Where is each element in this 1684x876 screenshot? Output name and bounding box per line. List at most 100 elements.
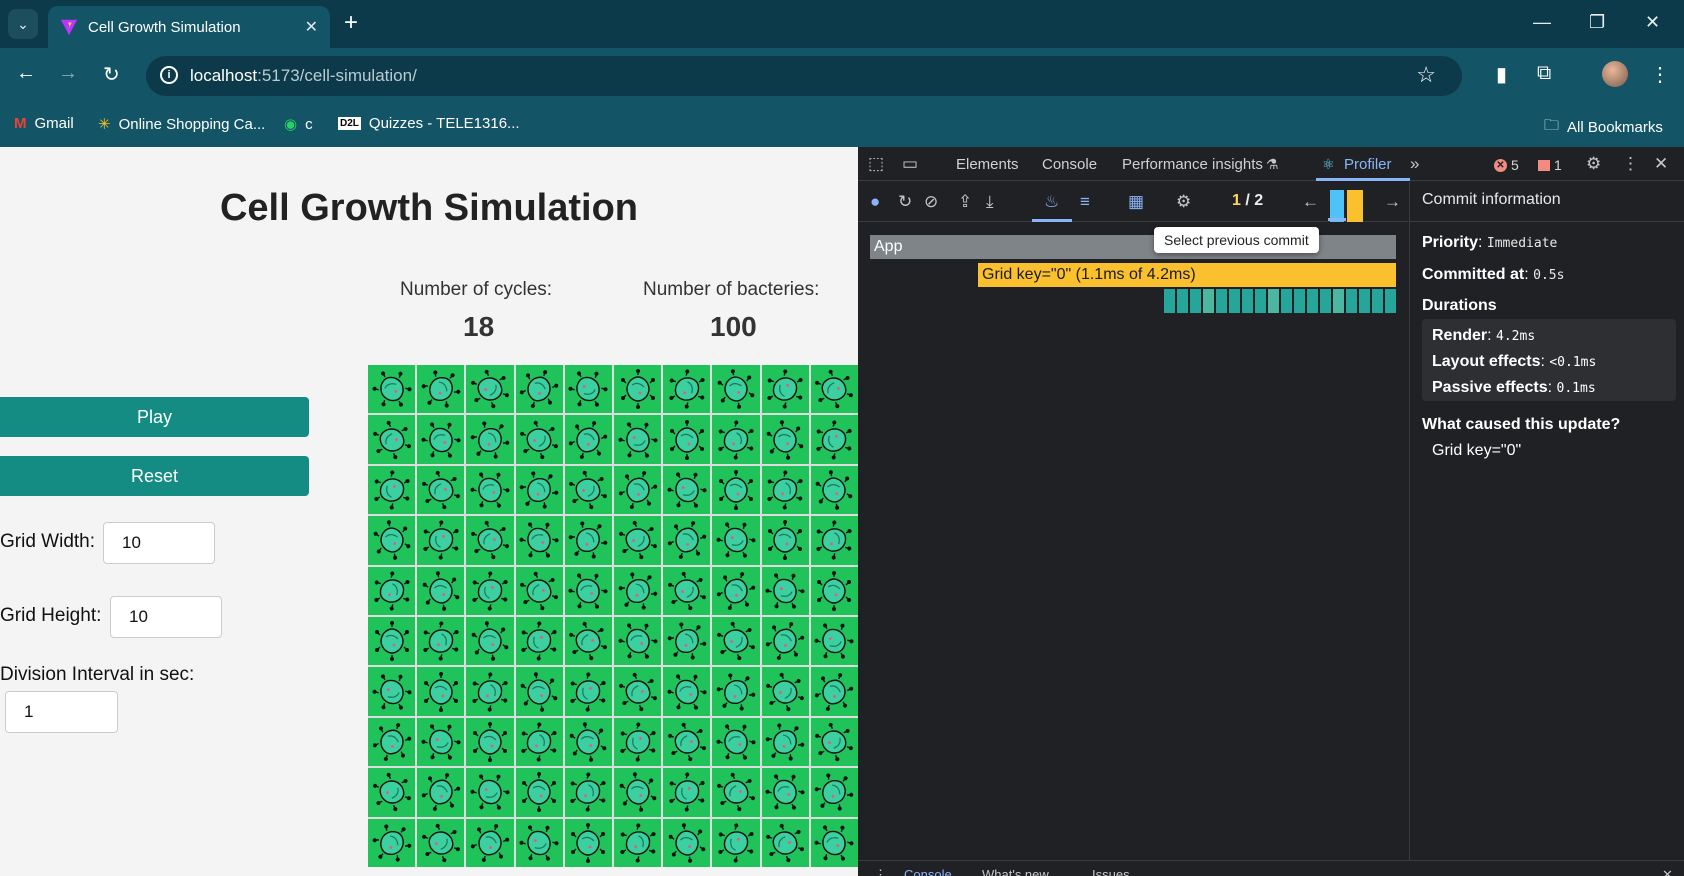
flame-cell-bar[interactable] [1333,289,1344,313]
reset-button[interactable]: Reset [0,456,309,496]
drawer-tab-issues[interactable]: Issues [1092,867,1130,876]
flame-cell-bar[interactable] [1385,289,1396,313]
bacterium-icon [372,773,411,812]
grid-cell [712,667,760,716]
devtools-close-icon[interactable]: ✕ [1654,154,1668,174]
interval-input[interactable]: 1 [5,691,118,733]
error-badge[interactable]: ✕ 5 [1494,157,1519,173]
bacterium-icon [816,470,853,510]
extensions-icon[interactable]: ⧉ [1537,62,1551,85]
bacteries-value: 100 [710,311,757,342]
grid-cell [712,818,760,867]
restore-icon[interactable]: ❐ [1589,12,1605,33]
flame-cell-bar[interactable] [1294,289,1305,313]
device-toolbar-icon[interactable]: ▭ [902,154,918,174]
flame-cell-bar[interactable] [1190,289,1201,313]
ranked-chart-icon[interactable]: ≡ [1080,192,1090,212]
bookmark-whatsapp[interactable]: ◉ c [284,115,313,134]
tab-elements[interactable]: Elements [956,156,1019,173]
drawer-tab-console[interactable]: Console [904,867,952,876]
flame-cell-bar[interactable] [1359,289,1370,313]
reload-profile-icon[interactable]: ↻ [898,192,912,212]
bacterium-icon [716,673,756,711]
flame-cell-bar[interactable] [1346,289,1357,313]
tab-console[interactable]: Console [1042,156,1097,173]
flame-cell-bars [1164,289,1396,313]
new-tab-plus-icon[interactable]: + [344,10,358,36]
flame-cell-bar[interactable] [1164,289,1175,313]
site-info-icon[interactable]: i [160,66,178,84]
grid-cell [761,516,809,565]
tab-search-chevron-icon[interactable]: ⌄ [8,9,38,39]
flame-cell-bar[interactable] [1203,289,1214,313]
flame-grid-bar[interactable]: Grid key="0" (1.1ms of 4.2ms) [978,263,1396,287]
active-tab-underline [1316,178,1410,181]
cause-value[interactable]: Grid key="0" [1432,442,1521,460]
extension-puzzle-small-icon[interactable]: ▮ [1496,62,1507,87]
flame-cell-bar[interactable] [1372,289,1383,313]
bacterium-icon [815,773,854,811]
drawer-close-icon[interactable]: ✕ [1662,867,1673,876]
layout-value: <0.1ms [1549,355,1597,370]
window-close-icon[interactable]: ✕ [1645,12,1660,33]
flame-cell-bar[interactable] [1307,289,1318,313]
more-tabs-icon[interactable]: » [1410,154,1419,174]
next-commit-icon[interactable]: → [1384,192,1401,212]
grid-cell [368,667,416,716]
play-button[interactable]: Play [0,397,309,437]
previous-commit-icon[interactable]: ← [1302,192,1319,212]
profiler-settings-icon[interactable]: ⚙ [1176,192,1191,212]
bacterium-icon [717,369,755,409]
timeline-calendar-icon[interactable]: ▦ [1128,192,1144,212]
flame-cell-bar[interactable] [1320,289,1331,313]
tab-close-icon[interactable]: ✕ [305,17,318,37]
tab-profiler[interactable]: Profiler [1344,156,1392,173]
commit-bar-2[interactable] [1347,190,1363,222]
upload-icon[interactable]: ⇪ [958,192,972,212]
bacterium-icon [815,370,854,409]
forward-arrow-icon[interactable]: → [58,62,78,85]
devtools-menu-icon[interactable]: ⋮ [1622,154,1639,174]
bacterium-icon [372,824,411,862]
clear-icon[interactable]: ⊘ [924,192,938,212]
bacterium-icon [423,520,459,560]
error-icon: ✕ [1494,158,1507,172]
record-icon[interactable]: ● [870,192,880,212]
minimize-icon[interactable]: — [1533,12,1551,33]
bookmark-star-icon[interactable]: ☆ [1416,62,1436,88]
bacterium-icon [470,774,510,810]
flame-cell-bar[interactable] [1242,289,1253,313]
bookmark-gmail[interactable]: M Gmail [14,115,74,132]
flame-cell-bar[interactable] [1229,289,1240,313]
browser-menu-icon[interactable]: ⋮ [1650,62,1670,87]
grid-width-input[interactable]: 10 [103,522,215,564]
grid-cell [663,717,711,767]
grid-height-input[interactable]: 10 [110,596,222,638]
flame-cell-bar[interactable] [1268,289,1279,313]
drawer-menu-icon[interactable]: ⋮ [874,867,887,876]
bacterium-icon [521,722,557,762]
flame-cell-bar[interactable] [1281,289,1292,313]
browser-tab[interactable]: Cell Growth Simulation ✕ [48,6,330,48]
warning-badge[interactable]: 1 [1538,157,1562,173]
inspect-element-icon[interactable]: ⬚ [868,154,884,174]
grid-cell [466,768,514,817]
settings-gear-icon[interactable]: ⚙ [1586,154,1601,174]
download-icon[interactable]: ⤓ [986,192,994,212]
flamegraph-icon[interactable]: ♨ [1044,192,1059,212]
address-bar[interactable]: i localhost:5173/cell-simulation/ ☆ [146,56,1462,96]
bacterium-icon [521,621,557,661]
flame-cell-bar[interactable] [1216,289,1227,313]
bookmark-online-shopping[interactable]: ✳ Online Shopping Ca... [98,115,265,134]
all-bookmarks[interactable]: 🗀 All Bookmarks [1544,115,1663,140]
flame-cell-bar[interactable] [1255,289,1266,313]
bookmark-quizzes[interactable]: D2L Quizzes - TELE1316... [338,115,520,132]
reload-icon[interactable]: ↻ [103,62,120,87]
tab-performance-insights[interactable]: Performance insights [1122,156,1263,173]
back-arrow-icon[interactable]: ← [16,62,36,85]
gmail-icon: M [14,115,27,132]
drawer-tab-whats-new[interactable]: What's new [982,867,1049,876]
profile-avatar[interactable] [1602,61,1628,87]
grid-cell [515,566,563,615]
flame-cell-bar[interactable] [1177,289,1188,313]
